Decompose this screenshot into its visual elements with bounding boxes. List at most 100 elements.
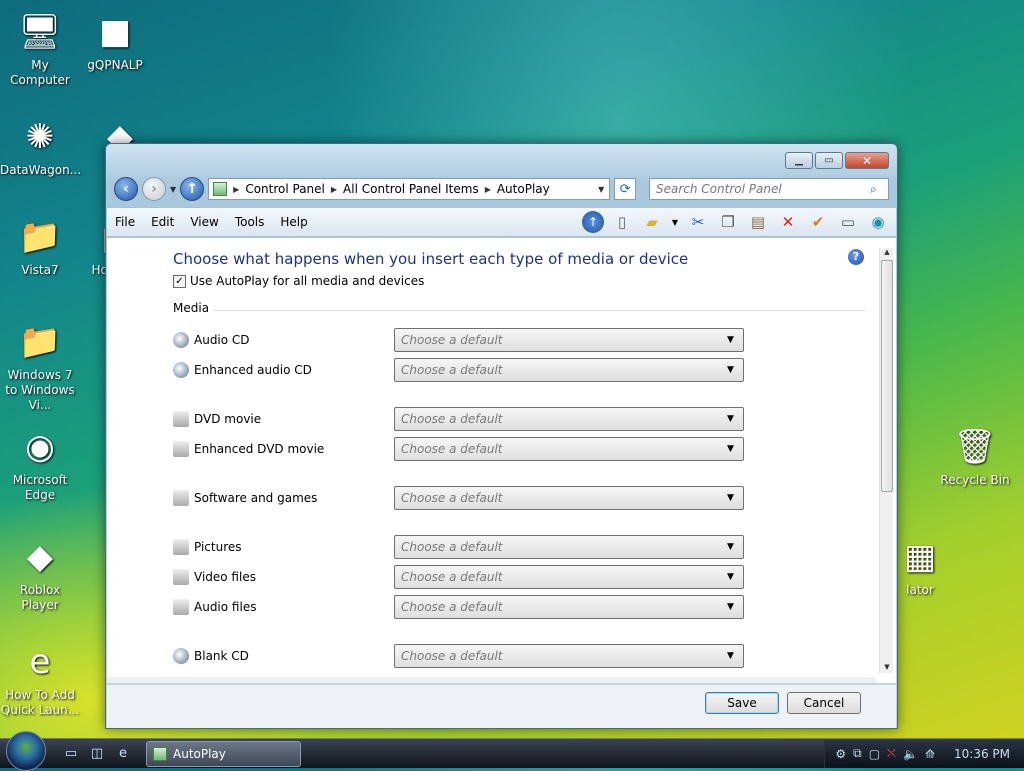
scroll-down-icon[interactable]: ▼ bbox=[880, 663, 894, 673]
folder-icon[interactable]: ▰ bbox=[640, 210, 664, 234]
video-icon bbox=[173, 569, 189, 585]
default-action-select[interactable]: Choose a default ▼ bbox=[394, 644, 744, 668]
default-action-select[interactable]: Choose a default ▼ bbox=[394, 535, 744, 559]
vertical-scrollbar[interactable]: ▲ ▼ bbox=[879, 248, 893, 673]
search-icon[interactable]: ⌕ bbox=[870, 182, 888, 197]
restore-button[interactable]: ▭ bbox=[815, 152, 843, 169]
switch-windows-icon[interactable]: ◫ bbox=[88, 745, 106, 763]
breadcrumb-autoplay[interactable]: AutoPlay bbox=[497, 182, 550, 196]
chevron-down-icon[interactable]: ▼ bbox=[727, 602, 743, 612]
menu-help[interactable]: Help bbox=[272, 215, 315, 229]
menu-tools[interactable]: Tools bbox=[227, 215, 273, 229]
default-action-select[interactable]: Choose a default ▼ bbox=[394, 437, 744, 461]
media-section-label: Media bbox=[173, 301, 210, 315]
display-icon[interactable]: ▢ bbox=[869, 747, 880, 761]
media-row-label: Enhanced DVD movie bbox=[194, 442, 325, 456]
chevron-down-icon[interactable]: ▼ bbox=[727, 444, 743, 454]
start-button[interactable] bbox=[6, 730, 46, 771]
desktop-icon[interactable]: ■ gQPNALP bbox=[75, 10, 155, 73]
network-sharing-icon[interactable]: ⚙ bbox=[835, 747, 846, 761]
close-button[interactable]: ✕ bbox=[845, 152, 889, 169]
navigation-bar: ‹ › ▼ ↑ ▶ Control Panel ▶ All Control Pa… bbox=[114, 176, 889, 202]
minimize-button[interactable]: ▁ bbox=[785, 152, 813, 169]
menu-bar: File Edit View Tools Help ↑ ▯ ▰ ▼ ✂ ❐ ▤ … bbox=[107, 207, 896, 237]
rename-icon[interactable]: ▭ bbox=[836, 210, 860, 234]
checkbox-check-icon[interactable]: ✓ bbox=[173, 274, 186, 288]
chevron-down-icon[interactable]: ▼ bbox=[727, 572, 743, 582]
desktop-icon-label: Windows 7 to Windows Vi... bbox=[5, 368, 75, 412]
media-row: Pictures bbox=[173, 535, 394, 559]
show-desktop-icon[interactable]: ▭ bbox=[62, 745, 80, 763]
menu-edit[interactable]: Edit bbox=[143, 215, 182, 229]
up-button[interactable]: ↑ bbox=[180, 177, 205, 201]
delete-icon[interactable]: ✕ bbox=[776, 210, 800, 234]
cut-icon[interactable]: ✂ bbox=[686, 210, 710, 234]
chevron-right-icon[interactable]: ▶ bbox=[233, 185, 239, 194]
default-action-select[interactable]: Choose a default ▼ bbox=[394, 328, 744, 352]
desktop-icon[interactable]: e How To Add Quick Laun... bbox=[0, 640, 80, 718]
panes-icon[interactable]: ▯ bbox=[610, 210, 634, 234]
volume-icon[interactable]: 🔈 bbox=[903, 747, 918, 761]
desktop-icon-label: DataWagon... bbox=[0, 163, 82, 177]
search-input[interactable]: Search Control Panel ⌕ bbox=[649, 178, 889, 200]
chevron-down-icon[interactable]: ▼ bbox=[727, 335, 743, 345]
chevron-down-icon[interactable]: ▼ bbox=[727, 542, 743, 552]
autoplay-window: ▁ ▭ ✕ ‹ › ▼ ↑ ▶ Control Panel ▶ All Cont… bbox=[105, 143, 898, 729]
select-value: Choose a default bbox=[401, 649, 503, 663]
menu-file[interactable]: File bbox=[107, 215, 143, 229]
breadcrumb-all-items[interactable]: All Control Panel Items bbox=[343, 182, 479, 196]
back-button[interactable]: ‹ bbox=[114, 177, 138, 201]
desktop-icon-image: 📁 bbox=[18, 217, 62, 257]
save-button[interactable]: Save bbox=[705, 692, 779, 714]
globe-icon[interactable]: ◉ bbox=[866, 210, 890, 234]
taskbar-item-label: AutoPlay bbox=[173, 746, 226, 761]
updates-icon[interactable]: ⟰ bbox=[925, 747, 935, 761]
desktop-icon-image: 🖥 bbox=[18, 12, 62, 52]
scroll-thumb[interactable] bbox=[881, 260, 893, 492]
desktop-icon[interactable]: 🗑 Recycle Bin bbox=[935, 425, 1015, 488]
chevron-right-icon[interactable]: ▶ bbox=[485, 185, 491, 194]
use-autoplay-checkbox[interactable]: ✓ Use AutoPlay for all media and devices bbox=[173, 274, 424, 288]
paste-icon[interactable]: ▤ bbox=[746, 210, 770, 234]
clock[interactable]: 10:36 PM bbox=[954, 747, 1010, 761]
desktop-icon[interactable]: 📁 Windows 7 to Windows Vi... bbox=[0, 320, 80, 413]
dropdown-icon[interactable]: ▼ bbox=[670, 210, 680, 234]
chevron-down-icon[interactable]: ▼ bbox=[727, 493, 743, 503]
address-bar[interactable]: ▶ Control Panel ▶ All Control Panel Item… bbox=[208, 178, 611, 200]
scroll-up-icon[interactable]: ▲ bbox=[880, 248, 894, 258]
breadcrumb-control-panel[interactable]: Control Panel bbox=[245, 182, 325, 196]
network-icon[interactable]: ⧉ bbox=[853, 746, 862, 761]
default-action-select[interactable]: Choose a default ▼ bbox=[394, 565, 744, 589]
copy-icon[interactable]: ❐ bbox=[716, 210, 740, 234]
default-action-select[interactable]: Choose a default ▼ bbox=[394, 407, 744, 431]
desktop-icon-image: ■ bbox=[98, 12, 132, 52]
default-action-select[interactable]: Choose a default ▼ bbox=[394, 486, 744, 510]
desktop-icon-image: e bbox=[29, 642, 51, 682]
horizontal-scrollbar[interactable] bbox=[107, 677, 876, 683]
default-action-select[interactable]: Choose a default ▼ bbox=[394, 358, 744, 382]
default-action-select[interactable]: Choose a default ▼ bbox=[394, 595, 744, 619]
section-divider bbox=[213, 310, 865, 311]
desktop-icon[interactable]: ✺ DataWagon... bbox=[0, 115, 82, 178]
desktop-icon[interactable]: 📁 Vista7 bbox=[0, 215, 80, 278]
cancel-button[interactable]: Cancel bbox=[787, 692, 861, 714]
forward-button[interactable]: › bbox=[142, 177, 166, 201]
up-icon[interactable]: ↑ bbox=[582, 211, 604, 233]
chevron-down-icon[interactable]: ▼ bbox=[727, 651, 743, 661]
media-row-label: Software and games bbox=[194, 491, 318, 505]
menu-view[interactable]: View bbox=[182, 215, 226, 229]
check-icon[interactable]: ✔ bbox=[806, 210, 830, 234]
chevron-right-icon[interactable]: ▶ bbox=[331, 185, 337, 194]
help-icon[interactable]: ? bbox=[848, 249, 864, 265]
address-dropdown-icon[interactable]: ▼ bbox=[593, 185, 609, 194]
desktop-icon[interactable]: ◆ Roblox Player bbox=[0, 535, 80, 613]
desktop-icon[interactable]: ◉ Microsoft Edge bbox=[0, 425, 80, 503]
security-alert-icon[interactable]: ⛌ bbox=[887, 746, 896, 761]
recent-pages-dropdown-icon[interactable]: ▼ bbox=[170, 185, 176, 194]
desktop-icon[interactable]: 🖥 My Computer bbox=[0, 10, 80, 88]
internet-explorer-icon[interactable]: e bbox=[114, 745, 132, 763]
chevron-down-icon[interactable]: ▼ bbox=[727, 414, 743, 424]
refresh-button[interactable]: ⟳ bbox=[614, 178, 637, 200]
chevron-down-icon[interactable]: ▼ bbox=[727, 365, 743, 375]
taskbar-item-autoplay[interactable]: AutoPlay bbox=[146, 740, 301, 767]
